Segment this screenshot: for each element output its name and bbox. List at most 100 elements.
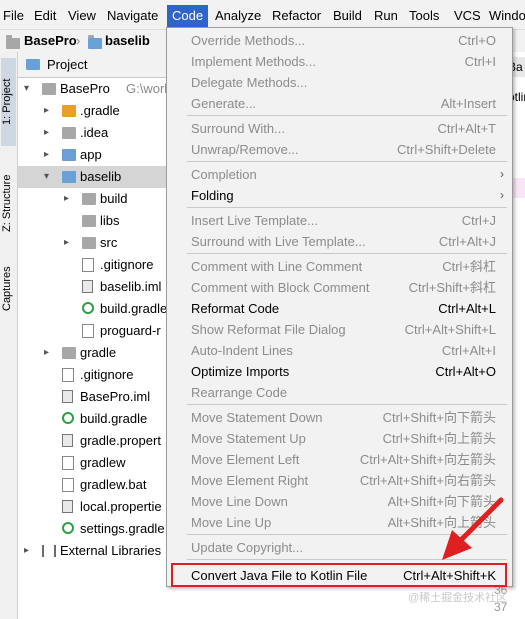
menu-item-shortcut: Ctrl+Alt+T (437, 121, 496, 136)
menu-edit[interactable]: Edit (34, 7, 56, 25)
folder-icon (82, 237, 96, 249)
tree-item[interactable]: BasePro.iml (18, 386, 168, 408)
tree-item-label: local.propertie (80, 499, 162, 514)
chevron-right-icon[interactable]: ▸ (44, 345, 54, 361)
menu-item-convert-java-file-to-kotlin-file[interactable]: Convert Java File to Kotlin File Ctrl+Alt… (167, 564, 512, 585)
menu-item-rearrange-code[interactable]: Rearrange Code (167, 382, 512, 403)
menu-item-shortcut: Ctrl+Alt+J (438, 234, 496, 249)
menu-analyze[interactable]: Analyze (215, 7, 261, 25)
menu-item-generate[interactable]: Generate... Alt+Insert (167, 93, 512, 114)
folder-icon (62, 171, 76, 183)
menu-navigate[interactable]: Navigate (107, 7, 158, 25)
menu-tools[interactable]: Tools (409, 7, 439, 25)
chevron-right-icon[interactable]: ▸ (64, 235, 74, 251)
menu-item-surround-with[interactable]: Surround With... Ctrl+Alt+T (167, 118, 512, 139)
tree-item[interactable]: build.gradle (18, 298, 168, 320)
tree-item[interactable]: local.propertie (18, 496, 168, 518)
gradle-icon (82, 302, 94, 314)
menu-item-label: Move Statement Down (191, 410, 323, 425)
menu-item-comment-with-line-comment[interactable]: Comment with Line Comment Ctrl+斜杠 (167, 256, 512, 277)
menu-item-insert-live-template[interactable]: Insert Live Template... Ctrl+J (167, 210, 512, 231)
tree-item[interactable]: gradle.propert (18, 430, 168, 452)
menu-item-shortcut: Ctrl+Alt+L (438, 301, 496, 316)
chevron-right-icon[interactable]: ▸ (24, 543, 34, 559)
tree-item[interactable]: libs (18, 210, 168, 232)
tree-item[interactable]: ▸ .gradle (18, 100, 168, 122)
menu-item-comment-with-block-comment[interactable]: Comment with Block Comment Ctrl+Shift+斜杠 (167, 277, 512, 298)
chevron-right-icon[interactable]: ▸ (64, 191, 74, 207)
menu-item-shortcut: Ctrl+Shift+向上箭头 (382, 431, 496, 446)
menu-item-label: Optimize Imports (191, 364, 290, 379)
tree-item[interactable]: ▸ .idea (18, 122, 168, 144)
chevron-right-icon[interactable]: ▸ (44, 147, 54, 163)
menu-window[interactable]: Windo (489, 7, 525, 25)
tree-item[interactable]: proguard-r (18, 320, 168, 342)
menu-item-label: Move Element Left (191, 452, 300, 467)
captures-tool-tab[interactable]: Captures (1, 258, 16, 320)
menu-item-label: Surround with Live Template... (191, 234, 366, 249)
menu-view[interactable]: View (68, 7, 96, 25)
menu-separator (187, 161, 507, 162)
chevron-down-icon[interactable]: ▾ (44, 169, 54, 185)
menu-item-move-line-down[interactable]: Move Line Down Alt+Shift+向下箭头 (167, 491, 512, 512)
menu-item-move-element-left[interactable]: Move Element Left Ctrl+Alt+Shift+向左箭头 (167, 449, 512, 470)
menu-code[interactable]: Code (167, 5, 209, 27)
tree-item[interactable]: ▸ build (18, 188, 168, 210)
menu-item-move-statement-up[interactable]: Move Statement Up Ctrl+Shift+向上箭头 (167, 428, 512, 449)
menu-separator (187, 559, 507, 560)
chevron-down-icon[interactable]: ▾ (24, 81, 34, 97)
tree-item[interactable]: build.gradle (18, 408, 168, 430)
tree-item[interactable]: ▸ External Libraries (18, 540, 168, 562)
menu-item-label: Insert Live Template... (191, 213, 318, 228)
menu-separator (187, 534, 507, 535)
folder-icon (82, 193, 96, 205)
tree-item[interactable]: ▾ BasePro G:\work (18, 78, 168, 100)
folder-icon (62, 127, 76, 139)
menu-refactor[interactable]: Refactor (272, 7, 321, 25)
tree-item[interactable]: .gitignore (18, 254, 168, 276)
menu-item-show-reformat-file-dialog[interactable]: Show Reformat File Dialog Ctrl+Alt+Shift+… (167, 319, 512, 340)
menu-item-shortcut: Ctrl+J (461, 213, 496, 228)
tree-item[interactable]: ▸ src (18, 232, 168, 254)
menu-build[interactable]: Build (333, 7, 362, 25)
menu-run[interactable]: Run (374, 7, 398, 25)
menu-item-auto-indent-lines[interactable]: Auto-Indent Lines Ctrl+Alt+I (167, 340, 512, 361)
structure-tool-tab[interactable]: Z: Structure (1, 156, 16, 251)
submenu-arrow-icon: › (500, 167, 504, 181)
tree-item[interactable]: baselib.iml (18, 276, 168, 298)
folder-icon (62, 105, 76, 117)
menu-item-move-line-up[interactable]: Move Line Up Alt+Shift+向上箭头 (167, 512, 512, 533)
menu-item-label: Implement Methods... (191, 54, 316, 69)
menu-item-optimize-imports[interactable]: Optimize Imports Ctrl+Alt+O (167, 361, 512, 382)
project-tool-tab[interactable]: 1: Project (1, 58, 16, 146)
menu-item-label: Delegate Methods... (191, 75, 308, 90)
breadcrumb-module[interactable]: baselib (105, 32, 150, 50)
tree-item[interactable]: ▸ app (18, 144, 168, 166)
tree-item[interactable]: settings.gradle (18, 518, 168, 540)
menu-item-override-methods[interactable]: Override Methods... Ctrl+O (167, 30, 512, 51)
chevron-right-icon[interactable]: ▸ (44, 103, 54, 119)
folder-icon (62, 149, 76, 161)
menu-item-delegate-methods[interactable]: Delegate Methods... (167, 72, 512, 93)
menu-item-unwrap-remove[interactable]: Unwrap/Remove... Ctrl+Shift+Delete (167, 139, 512, 160)
menu-file[interactable]: File (3, 7, 24, 25)
menu-item-surround-with-live-template[interactable]: Surround with Live Template... Ctrl+Alt+J (167, 231, 512, 252)
menu-item-implement-methods[interactable]: Implement Methods... Ctrl+I (167, 51, 512, 72)
menu-item-label: Move Line Up (191, 515, 272, 530)
tree-item[interactable]: ▸ gradle (18, 342, 168, 364)
tree-item-label: gradle.propert (80, 433, 161, 448)
tree-item[interactable]: gradlew.bat (18, 474, 168, 496)
menu-item-reformat-code[interactable]: Reformat Code Ctrl+Alt+L (167, 298, 512, 319)
menu-item-completion[interactable]: Completion › (167, 164, 512, 185)
menu-item-update-copyright[interactable]: Update Copyright... (167, 537, 512, 558)
tree-item[interactable]: gradlew (18, 452, 168, 474)
tree-item[interactable]: .gitignore (18, 364, 168, 386)
breadcrumb-project[interactable]: BasePro (24, 32, 77, 50)
menu-item-move-element-right[interactable]: Move Element Right Ctrl+Alt+Shift+向右箭头 (167, 470, 512, 491)
menu-item-move-statement-down[interactable]: Move Statement Down Ctrl+Shift+向下箭头 (167, 407, 512, 428)
menu-item-folding[interactable]: Folding › (167, 185, 512, 206)
tree-item[interactable]: ▾ baselib (18, 166, 168, 188)
tree-item-label: .gradle (80, 103, 120, 118)
chevron-right-icon[interactable]: ▸ (44, 125, 54, 141)
menu-vcs[interactable]: VCS (454, 7, 481, 25)
